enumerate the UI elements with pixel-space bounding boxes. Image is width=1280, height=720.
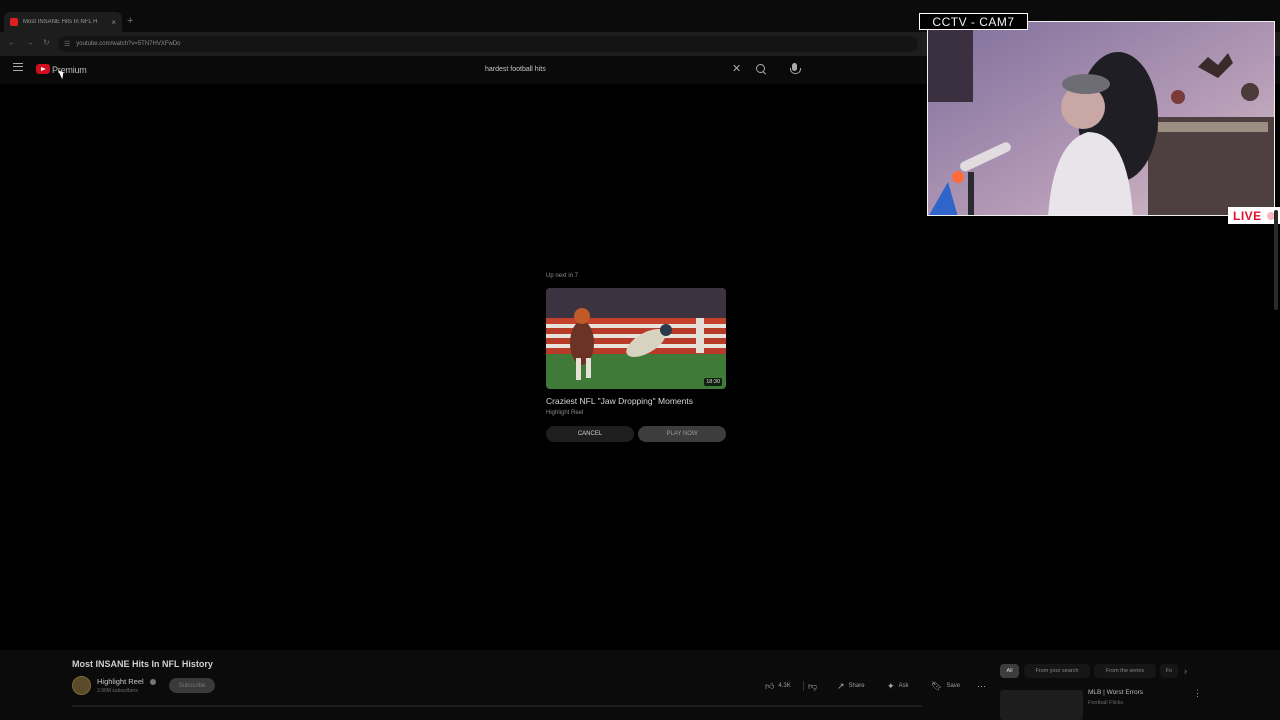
hamburger-menu-icon[interactable] [13,63,23,71]
chip-all[interactable]: All [1000,664,1019,678]
chip-from-your-search[interactable]: From your search [1024,664,1090,678]
up-next-thumbnail[interactable]: 18:30 [546,288,726,389]
dislike-button[interactable]: 👎︎ [808,679,817,693]
chip-from-the-series[interactable]: From the series [1094,664,1156,678]
ask-label: Ask [898,683,909,689]
save-label: Save [946,683,961,689]
webcam-image [928,22,1274,215]
recommendation-channel: Football Flicks [1088,700,1124,706]
share-label: Share [848,683,865,689]
clear-search-icon[interactable]: ✕ [732,62,741,75]
ask-button[interactable]: ✦ Ask [887,679,909,693]
thumbs-up-icon: 👍︎ [765,680,775,691]
up-next-title[interactable]: Craziest NFL "Jaw Dropping" Moments [546,396,693,406]
share-icon: ↗ [837,680,845,691]
sparkle-icon: ✦ [887,680,895,691]
recommendation-thumbnail[interactable] [1000,690,1083,720]
play-now-button[interactable]: PLAY NOW [638,426,726,442]
like-button[interactable]: 👍︎ 4.3K [765,679,791,693]
up-next-channel[interactable]: Highlight Reel [546,410,583,416]
more-actions-button[interactable]: ⋯ [977,679,986,693]
close-tab-icon[interactable]: × [111,18,116,27]
search-icon[interactable] [756,64,765,73]
more-horizontal-icon: ⋯ [977,680,986,691]
cancel-button[interactable]: CANCEL [546,426,634,442]
url-text: youtube.com/watch?v=5TN7HVXFwDo [76,41,181,47]
forward-icon[interactable]: → [26,38,34,47]
chevron-right-icon[interactable]: › [1184,666,1187,676]
channel-avatar[interactable] [72,676,91,695]
cctv-camera-label: CCTV - CAM7 [919,13,1028,30]
tab-title: Most INSANE Hits In NFL H [23,19,98,25]
subscriber-count: 3.96M subscribers [97,688,138,694]
new-tab-button[interactable]: + [127,15,133,27]
subscribe-button[interactable]: Subscribe [169,678,215,693]
search-input[interactable]: hardest football hits [478,60,748,79]
reload-icon[interactable]: ↻ [43,38,50,47]
webcam-feed [927,21,1275,216]
microphone-icon[interactable] [790,63,801,74]
share-button[interactable]: ↗ Share [837,679,865,693]
bookmark-icon: 🔖︎ [931,680,943,691]
video-title: Most INSANE Hits In NFL History [72,659,213,669]
browser-tab[interactable]: Most INSANE Hits In NFL H × [4,12,122,32]
like-divider [803,681,804,691]
save-button[interactable]: 🔖︎ Save [931,679,960,693]
search-query-text: hardest football hits [485,66,546,73]
more-vertical-icon[interactable]: ⋮ [1193,688,1202,699]
youtube-favicon-icon [10,18,18,26]
live-badge: LIVE [1228,207,1280,224]
video-duration: 18:30 [704,378,722,386]
site-info-icon[interactable]: ☰ [64,40,70,48]
chip-truncated[interactable]: Fo [1160,664,1178,678]
description-divider [72,705,922,707]
back-icon[interactable]: ← [8,38,16,47]
thumbnail-image [546,288,726,389]
page-scrollbar[interactable] [1274,210,1278,310]
live-text: LIVE [1233,208,1262,223]
channel-name[interactable]: Highlight Reel [97,677,144,686]
recommendation-title[interactable]: MLB | Worst Errors [1088,689,1143,696]
url-field[interactable]: ☰ youtube.com/watch?v=5TN7HVXFwDo [58,36,918,52]
verified-check-icon [150,679,156,685]
like-count: 4.3K [778,683,791,689]
up-next-countdown: Up next in 7 [546,273,579,279]
youtube-logo-icon[interactable] [36,64,50,74]
thumbs-down-icon: 👎︎ [808,680,818,691]
